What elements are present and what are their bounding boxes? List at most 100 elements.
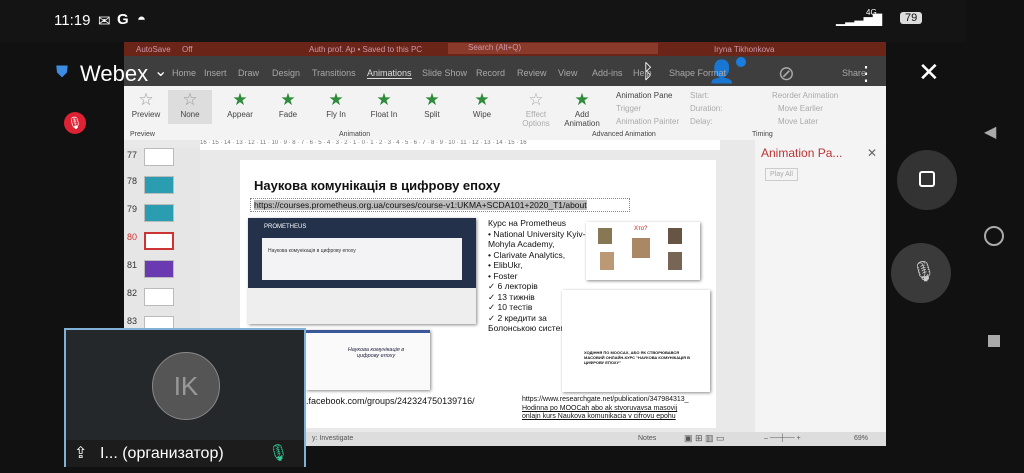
group-label: Animation (339, 131, 371, 138)
paper-image: ХОДІННЯ ПО MOOCАХ, АБО ЯК СТВОРЮВАВСЯ МА… (562, 290, 710, 392)
tab-add-ins[interactable]: Add-ins (592, 68, 623, 78)
mute-button[interactable]: 🎙 (891, 243, 951, 303)
add-animation-button[interactable]: ★ Add Animation (560, 90, 604, 128)
accessibility-status[interactable]: y: Investigate (312, 435, 353, 442)
ppt-titlebar: AutoSave Off Auth prof. Ap • Saved to th… (124, 42, 886, 56)
move-earlier-button[interactable]: Move Earlier (778, 104, 823, 113)
facebook-link[interactable]: .facebook.com/groups/242324750139716/ (306, 396, 475, 406)
slide-canvas[interactable]: Наукова комунікація в цифрову епоху http… (240, 160, 716, 428)
screenshot-text: Наукова комунікація в цифрову епоху (347, 347, 405, 359)
duration-label: Duration: (690, 104, 723, 113)
mic-icon: 🎙 (268, 445, 289, 462)
self-view-tile[interactable]: IK ⇪ I... (организатор) 🎙 (64, 328, 306, 467)
share-button[interactable]: Share (842, 68, 866, 78)
selected-textbox[interactable]: https://courses.prometheus.org.ua/course… (250, 198, 630, 212)
trigger-button[interactable]: Trigger (616, 104, 641, 113)
recents-icon[interactable] (988, 335, 1000, 347)
animation-float-in[interactable]: ★ Float In (362, 90, 406, 119)
animation-appear[interactable]: ★ Appear (218, 90, 262, 119)
slide-number: 78 (127, 176, 138, 186)
zoom-level: 69% (854, 435, 869, 442)
tab-home[interactable]: Home (172, 68, 196, 78)
animation-pane-title: Animation Pa... (761, 146, 843, 160)
tab-animations[interactable]: Animations (367, 68, 412, 79)
delay-label: Delay: (690, 117, 713, 126)
animation-fade[interactable]: ★ Fade (266, 90, 310, 119)
play-all-button[interactable]: Play All (765, 168, 798, 181)
share-icon[interactable]: ⇪ (74, 443, 87, 463)
slide-number: 82 (127, 288, 138, 298)
researchgate-text: Hodinna po MOOCah abo ak stvoruvavsa mas… (522, 405, 678, 420)
switch-view-button[interactable] (897, 150, 957, 210)
slide-thumbnail[interactable] (144, 204, 174, 222)
participant-name: I... (организатор) (100, 445, 224, 462)
file-name: Auth prof. Ap • Saved to this PC (309, 45, 423, 54)
group-label: Timing (752, 131, 773, 138)
bullet-item: • ElibUkr, (488, 260, 523, 270)
tab-view[interactable]: View (558, 68, 577, 78)
slide-number: 83 (127, 316, 138, 326)
home-icon[interactable] (984, 226, 1004, 246)
chevron-down-icon[interactable]: ⌄ (154, 61, 167, 81)
mic-muted-icon[interactable]: 🎙 (64, 112, 86, 134)
slide-thumbnail[interactable] (144, 260, 174, 278)
prometheus-link[interactable]: https://courses.prometheus.org.ua/course… (254, 200, 587, 210)
effect-options-button[interactable]: ☆ Effect Options (514, 90, 558, 128)
slide-thumbnail[interactable] (144, 148, 174, 166)
autosave-toggle[interactable]: Off (182, 45, 193, 54)
screenshot-text: Наукова комунікація в цифрову епоху (268, 248, 356, 254)
zoom-slider[interactable]: – ──┼── + (764, 435, 801, 442)
course-heading: Курс на Prometheus (488, 218, 567, 228)
wechat-icon: ◓ (137, 11, 147, 28)
start-label: Start: (690, 91, 710, 100)
researchgate-link[interactable]: https://www.researchgate.net/publication… (522, 396, 689, 403)
notification-dot (736, 57, 746, 67)
move-later-button[interactable]: Move Later (778, 117, 818, 126)
reorder-label: Reorder Animation (772, 91, 839, 100)
close-icon[interactable]: ✕ (867, 146, 877, 160)
paper-title: ХОДІННЯ ПО MOOCАХ, АБО ЯК СТВОРЮВАВСЯ МА… (584, 350, 691, 365)
tab-transitions[interactable]: Transitions (312, 68, 356, 78)
slide-title: Наукова комунікація в цифрову епоху (254, 178, 501, 193)
mic-off-icon: 🎙 (911, 261, 937, 283)
animation-pane-button[interactable]: Animation Pane (616, 91, 672, 100)
animation-painter-button[interactable]: Animation Painter (616, 117, 679, 126)
tab-design[interactable]: Design (272, 68, 300, 78)
animation-wipe[interactable]: ★ Wipe (460, 90, 504, 119)
google-icon: G (117, 11, 129, 28)
tab-shape-format[interactable]: Shape Format (669, 68, 726, 78)
network-type: 4G (866, 8, 877, 17)
slide-number: 77 (127, 150, 138, 160)
video-off-icon[interactable]: ⊘ (778, 61, 795, 86)
tab-review[interactable]: Review (517, 68, 547, 78)
search-box[interactable]: Search (Alt+Q) (448, 43, 658, 54)
back-icon[interactable]: ◀ (984, 122, 996, 142)
lecturers-image: Хто? (586, 222, 700, 280)
tab-help[interactable]: Help (633, 68, 652, 78)
view-buttons[interactable]: ▣ ⊞ ▥ ▭ (684, 433, 725, 444)
animation-none[interactable]: ☆ None (168, 90, 212, 124)
slide-thumbnail-selected[interactable] (144, 232, 174, 250)
preview-button[interactable]: ☆ Preview (124, 90, 168, 119)
bullet-item: • National University Kyiv-Mohyla Academ… (488, 228, 586, 250)
tab-insert[interactable]: Insert (204, 68, 227, 78)
animation-fly-in[interactable]: ★ Fly In (314, 90, 358, 119)
tab-record[interactable]: Record (476, 68, 505, 78)
slide-thumbnail[interactable] (144, 176, 174, 194)
slide-number: 79 (127, 204, 138, 214)
animation-split[interactable]: ★ Split (410, 90, 454, 119)
autosave-label: AutoSave (136, 45, 171, 54)
notes-button[interactable]: Notes (638, 435, 656, 442)
shield-icon: ⛊ (56, 64, 69, 81)
animation-pane: Animation Pa... ✕ Play All (755, 140, 886, 432)
tab-slide-show[interactable]: Slide Show (422, 68, 467, 78)
group-label: Advanced Animation (592, 131, 656, 138)
phone-status-bar: 11:19 ✉ G ◓ ▁▂▃▅▇ 4G 79 (0, 0, 966, 42)
slide-thumbnail[interactable] (144, 288, 174, 306)
ruler: 16 · 15 · 14 · 13 · 12 · 11 · 10 · 9 · 8… (200, 140, 720, 150)
webex-title[interactable]: Webex (80, 61, 148, 87)
gmail-icon: ✉ (98, 13, 111, 30)
tab-draw[interactable]: Draw (238, 68, 259, 78)
close-icon[interactable]: ✕ (918, 57, 940, 88)
clock: 11:19 (54, 12, 91, 29)
